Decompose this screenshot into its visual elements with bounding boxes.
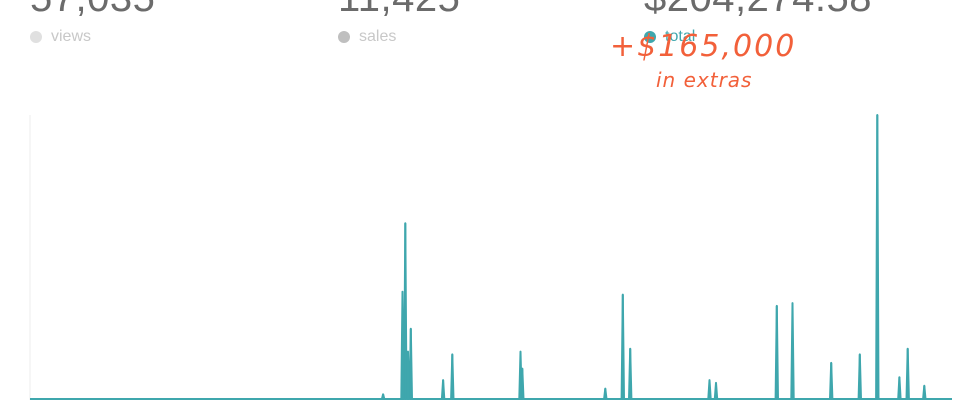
annotation-sub: in extras	[656, 68, 753, 92]
series-line-total	[30, 114, 952, 400]
series-total	[30, 114, 952, 400]
chart	[29, 114, 952, 400]
annotation-main: +$165,000	[610, 29, 797, 64]
handwritten-annotation: +$165,000 in extras	[610, 29, 797, 93]
